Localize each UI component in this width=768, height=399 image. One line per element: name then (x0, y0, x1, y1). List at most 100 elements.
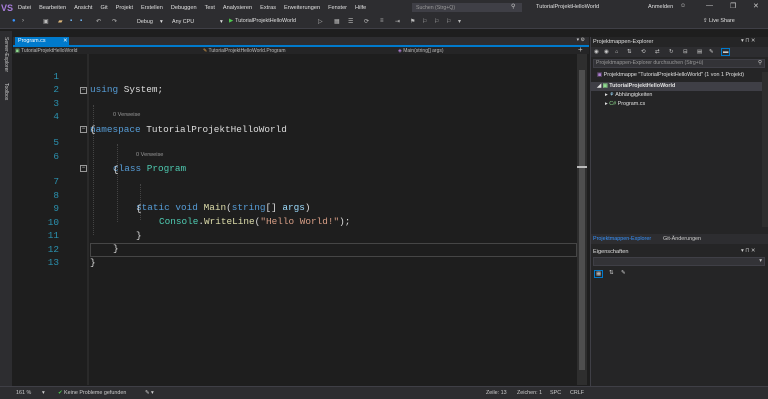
categorized-icon[interactable]: ▦ (594, 270, 604, 278)
platform-dropdown[interactable]: Any CPU (172, 18, 194, 26)
scrollbar-thumb[interactable] (579, 70, 585, 370)
se-switch-view-icon[interactable]: ⇅ (627, 49, 632, 55)
open-folder-icon[interactable]: ▰ (58, 18, 63, 25)
solution-explorer-search[interactable]: Projektmappen-Explorer durchsuchen (Strg… (593, 59, 765, 68)
menu-erstellen[interactable]: Erstellen (137, 5, 167, 11)
config-chevron-down-icon[interactable]: ▾ (160, 18, 163, 26)
user-icon[interactable]: ☺ (680, 3, 686, 9)
se-back-icon[interactable]: ◉ (594, 49, 599, 55)
menu-git[interactable]: Git (96, 5, 111, 11)
close-window-button[interactable]: ✕ (753, 2, 759, 10)
chevron-down-icon[interactable]: ▾ (759, 258, 762, 264)
fold-collapse-icon[interactable]: − (80, 165, 87, 172)
minimize-button[interactable]: — (706, 2, 713, 9)
bookmark-prev-icon[interactable]: ⚐ (422, 18, 427, 25)
se-forward-icon[interactable]: ◉ (604, 49, 609, 55)
brace: } (90, 257, 96, 268)
tab-overflow-icon[interactable]: ▾ ⚙ (577, 37, 585, 43)
menu-extras[interactable]: Extras (256, 5, 280, 11)
tree-dependencies-node[interactable]: ▸ ⚘ Abhängigkeiten (605, 92, 652, 98)
search-icon[interactable]: ⚲ (511, 3, 515, 10)
search-icon[interactable]: ⚲ (758, 60, 762, 67)
bookmark-clear-icon[interactable]: ⚐ (446, 18, 451, 25)
close-icon[interactable]: ✕ (63, 37, 68, 45)
expand-arrow-icon[interactable]: ◢ (597, 83, 601, 89)
whitespace-mode[interactable]: SPC (550, 390, 561, 396)
menu-erweiterungen[interactable]: Erweiterungen (280, 5, 324, 11)
se-sync-icon[interactable]: ⇄ (655, 49, 660, 55)
se-collapse-icon[interactable]: ⊟ (683, 49, 688, 55)
menu-analysieren[interactable]: Analysieren (219, 5, 256, 11)
properties-object-dropdown[interactable]: ▾ (593, 257, 765, 266)
split-editor-icon[interactable]: + (578, 45, 583, 54)
line-endings[interactable]: CRLF (570, 390, 584, 396)
search-input[interactable]: Suchen (Strg+Q) (412, 3, 522, 12)
se-show-all-icon[interactable]: ▤ (697, 49, 702, 55)
property-pages-icon[interactable]: ✎ (621, 270, 626, 276)
solution-explorer-scrollbar[interactable] (762, 72, 768, 227)
signin-link[interactable]: Anmelden (648, 4, 673, 10)
tab-git-changes[interactable]: Git-Änderungen (663, 236, 701, 242)
se-refresh-icon[interactable]: ↻ (669, 49, 674, 55)
visual-studio-logo-icon[interactable]: VS (0, 0, 14, 15)
alphabetical-icon[interactable]: ⇅ (609, 270, 614, 276)
code-cleanup-icon[interactable]: ✎ ▾ (145, 390, 154, 396)
tree-project-node[interactable]: ◢ ▣ TutorialProjektHelloWorld (597, 83, 675, 89)
forward-icon[interactable]: › (22, 18, 24, 24)
se-properties-icon[interactable]: ✎ (709, 49, 714, 55)
tab-program-cs[interactable]: Program.cs ✕ (15, 37, 69, 45)
live-share-button[interactable]: ⇪ Live Share (703, 18, 735, 24)
hot-reload-icon[interactable]: ⟳ (364, 18, 369, 25)
bookmark-next-icon[interactable]: ⚐ (434, 18, 439, 25)
se-home-icon[interactable]: ⌂ (615, 49, 618, 55)
menu-debuggen[interactable]: Debuggen (167, 5, 201, 11)
maximize-button[interactable]: ❐ (730, 2, 736, 10)
references-codelens[interactable]: 0 Verweise (113, 112, 140, 122)
toolbar-comment-icon[interactable]: ≡ (380, 18, 384, 24)
platform-chevron-down-icon[interactable]: ▾ (220, 18, 223, 26)
collapse-arrow-icon[interactable]: ▸ (605, 101, 608, 107)
toolbar-more-icon[interactable]: ▾ (458, 18, 461, 25)
menu-ansicht[interactable]: Ansicht (70, 5, 96, 11)
code-editor[interactable]: 1 using System; 2 3 − namespace Tutorial… (13, 54, 577, 385)
save-icon[interactable]: ▪ (70, 18, 72, 24)
menu-hilfe[interactable]: Hilfe (351, 5, 370, 11)
redo-icon[interactable]: ↷ (112, 18, 117, 25)
tab-solution-explorer[interactable]: Projektmappen-Explorer (593, 236, 651, 242)
menu-bearbeiten[interactable]: Bearbeiten (35, 5, 70, 11)
se-pending-changes-icon[interactable]: ⟲ (641, 49, 646, 55)
toolbar: ● › ▣ ▰ ▪ ▪ ↶ ↷ Debug ▾ Any CPU ▾ ▶ Tutor… (0, 15, 768, 29)
collapse-arrow-icon[interactable]: ▸ (605, 92, 608, 98)
back-icon[interactable]: ● (12, 18, 16, 24)
server-explorer-tab[interactable]: Server-Explorer (3, 37, 9, 72)
toolbar-grid-icon[interactable]: ▦ (334, 18, 340, 25)
save-all-icon[interactable]: ▪ (80, 18, 82, 24)
toolbox-tab[interactable]: Toolbox (3, 83, 9, 100)
zoom-chevron-down-icon[interactable]: ▾ (42, 390, 45, 396)
fold-collapse-icon[interactable]: − (80, 126, 87, 133)
zoom-level[interactable]: 161 % (16, 390, 31, 396)
fold-collapse-icon[interactable]: − (80, 87, 87, 94)
start-debugging-button[interactable]: ▶ TutorialProjektHelloWorld (229, 18, 296, 24)
toolbar-list-icon[interactable]: ☰ (348, 18, 353, 25)
toolbar-indent-icon[interactable]: ⇥ (395, 18, 400, 25)
panel-options-icon[interactable]: ▾ ⊓ ✕ (741, 38, 755, 44)
bookmark-icon[interactable]: ⚑ (410, 18, 415, 25)
undo-icon[interactable]: ↶ (96, 18, 101, 25)
code-line-4: 4 { (13, 97, 577, 135)
start-without-debugging-icon[interactable]: ▷ (318, 18, 323, 25)
se-preview-icon[interactable]: ▬ (721, 48, 731, 56)
menu-test[interactable]: Test (201, 5, 219, 11)
tree-solution-node[interactable]: ▣ Projektmappe "TutorialProjektHelloWorl… (597, 72, 744, 78)
configuration-dropdown[interactable]: Debug (137, 18, 153, 26)
references-codelens[interactable]: 0 Verweise (136, 152, 163, 162)
menu-fenster[interactable]: Fenster (324, 5, 351, 11)
menu-projekt[interactable]: Projekt (112, 5, 137, 11)
properties-options-icon[interactable]: ▾ ⊓ ✕ (741, 248, 755, 254)
tree-file-node[interactable]: ▸ C# Program.cs (605, 101, 645, 107)
new-project-icon[interactable]: ▣ (43, 18, 49, 25)
csharp-file-icon: C# (609, 101, 617, 107)
problems-indicator[interactable]: ✔ Keine Probleme gefunden (58, 390, 126, 396)
menu-datei[interactable]: Datei (14, 5, 35, 11)
editor-vertical-scrollbar[interactable] (577, 54, 587, 385)
